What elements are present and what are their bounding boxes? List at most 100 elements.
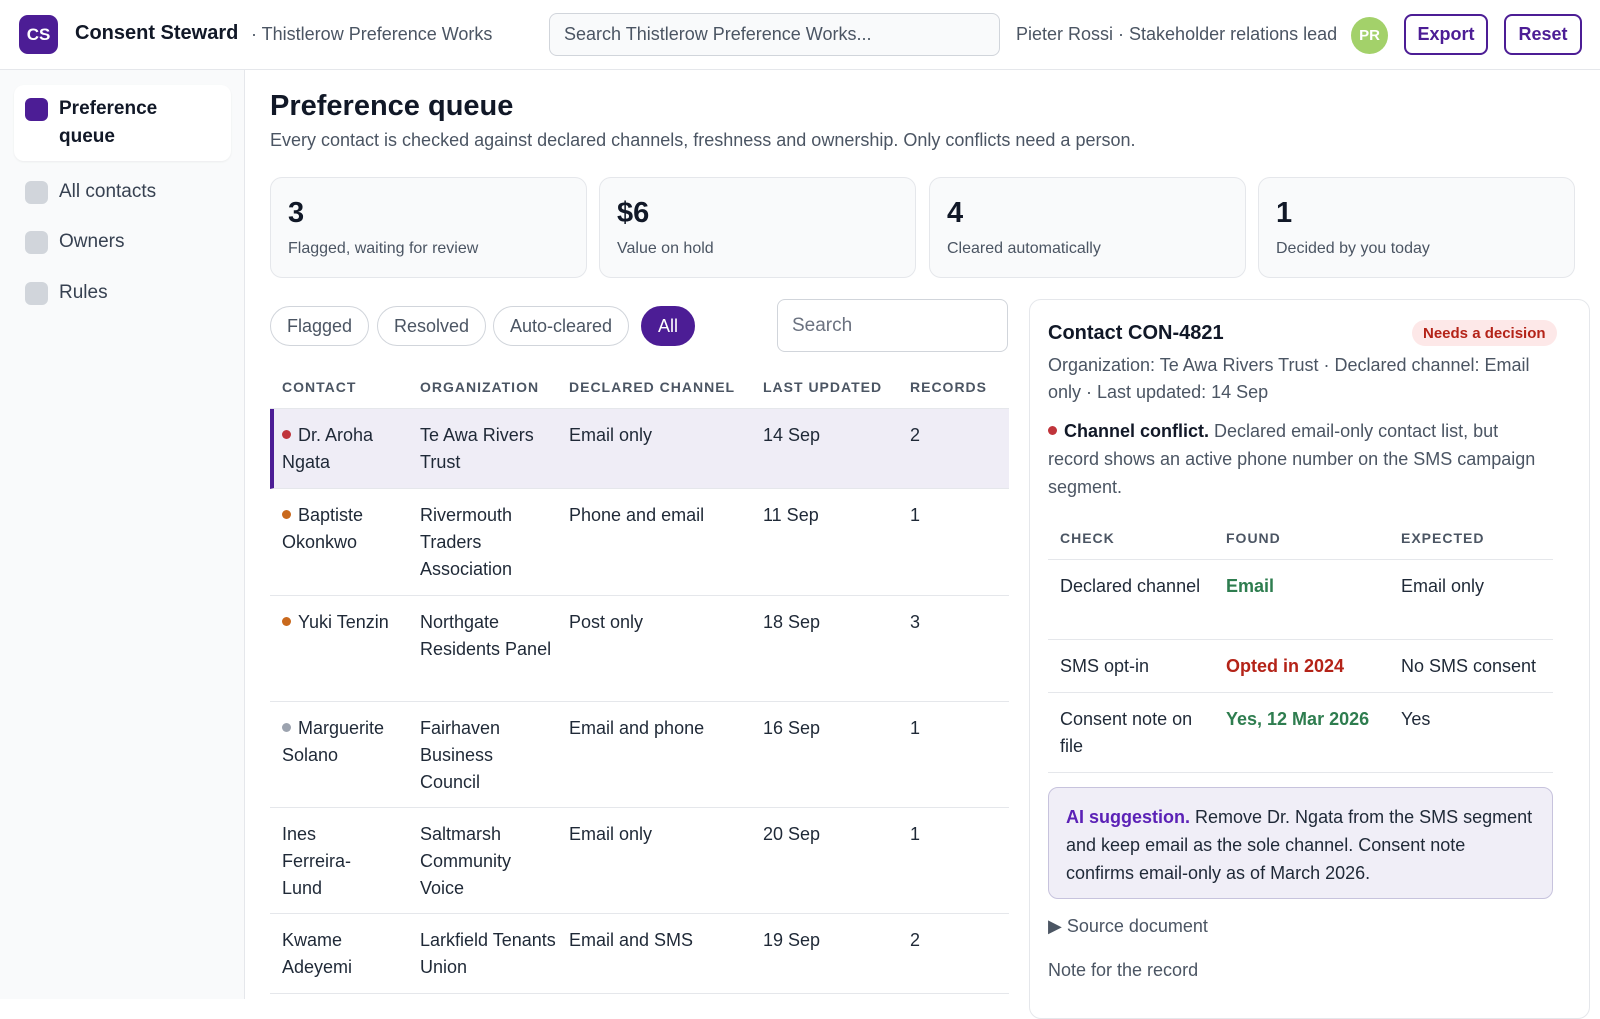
check-expected: Yes [1401,709,1431,729]
filter-chip-flagged[interactable]: Flagged [270,306,370,346]
column-header-last-updated[interactable]: LAST UPDATED [763,379,882,395]
sidebar-item-label: Rules [59,282,108,303]
channel-cell: Email only [569,824,653,844]
contact-name: Baptiste Okonkwo [282,505,364,552]
filter-chip-all[interactable]: All [641,306,696,346]
caret-right-icon: ▶ [1048,916,1067,936]
updated-cell: 18 Sep [763,612,821,632]
source-document-toggle[interactable]: ▶ Source document [1048,916,1208,937]
column-header-check: CHECK [1060,530,1115,546]
status-badge: Needs a decision [1412,320,1557,346]
main-content: Preference queue Every contact is checke… [245,70,1600,1019]
sidebar: Preference queue All contacts Owners Rul… [0,70,245,999]
top-bar: CS Consent Steward · Thistlerow Preferen… [0,0,1600,70]
check-found: Email [1226,576,1275,596]
table-row[interactable]: Kwame Adeyemi Larkfield Tenants Union Em… [270,914,1009,994]
conflict-summary: Channel conflict. Declared email-only co… [1048,417,1553,501]
sidebar-item-all-contacts[interactable]: All contacts [14,168,231,216]
stat-card-decided: 1 Decided by you today [1258,177,1575,278]
stat-label: Decided by you today [1276,240,1430,257]
contact-name: Dr. Aroha Ngata [282,425,374,472]
filter-chip-auto-cleared[interactable]: Auto-cleared [493,306,630,346]
stat-card-cleared: 4 Cleared automatically [929,177,1246,278]
source-document-label: Source document [1066,916,1208,936]
column-header-found: FOUND [1226,530,1281,546]
organization-cell: Rivermouth Traders Association [420,505,513,579]
table-row[interactable]: Marguerite Solano Fairhaven Business Cou… [270,702,1009,808]
channel-cell: Phone and email [569,505,705,525]
nav-square-icon [25,282,48,305]
page-subtitle: Every contact is checked against declare… [270,130,1136,150]
records-cell: 1 [910,505,921,525]
column-header-expected: EXPECTED [1401,530,1485,546]
user-label: Pieter Rossi · Stakeholder relations lea… [1016,24,1338,44]
check-name: Declared channel [1060,576,1201,596]
sidebar-item-label: Preference queue [59,98,158,147]
stat-card-flagged: 3 Flagged, waiting for review [270,177,587,278]
stat-label: Value on hold [617,240,714,257]
checks-table: CHECK FOUND EXPECTED Declared channel Em… [1048,518,1553,773]
app-logo: CS [19,15,58,54]
contact-cell: Yuki Tenzin [282,609,407,636]
updated-cell: 14 Sep [763,425,821,445]
check-expected: No SMS consent [1401,656,1537,676]
conflict-title: Channel conflict. [1064,421,1210,441]
list-search-input[interactable] [777,299,1008,352]
contacts-table: CONTACT ORGANIZATION DECLARED CHANNEL LA… [270,366,1009,994]
sidebar-item-rules[interactable]: Rules [14,269,231,317]
workspace-name: · Thistlerow Preference Works [251,24,493,44]
organization-cell: Fairhaven Business Council [420,718,501,792]
contact-name: Marguerite Solano [282,718,385,765]
contact-cell: Baptiste Okonkwo [282,502,407,556]
export-button[interactable]: Export [1404,14,1488,55]
column-header-declared-channel[interactable]: DECLARED CHANNEL [569,379,735,395]
check-row: Declared channel Email Email only [1048,560,1553,640]
check-found: Opted in 2024 [1226,656,1345,676]
sidebar-item-preference-queue[interactable]: Preference queue [14,85,231,161]
note-label: Note for the record [1048,960,1199,980]
updated-cell: 11 Sep [763,505,819,525]
table-header: CONTACT ORGANIZATION DECLARED CHANNEL LA… [270,366,1009,409]
detail-title: Contact CON-4821 [1048,322,1224,344]
filter-chip-resolved[interactable]: Resolved [377,306,487,346]
records-cell: 1 [910,824,921,844]
status-dot-icon [282,617,291,626]
stat-value: $6 [617,197,650,229]
column-header-organization[interactable]: ORGANIZATION [420,379,539,395]
table-row[interactable]: Baptiste Okonkwo Rivermouth Traders Asso… [270,489,1009,596]
conflict-dot-icon [1048,426,1057,435]
column-header-contact[interactable]: CONTACT [282,379,356,395]
contact-name: Yuki Tenzin [298,612,389,632]
organization-cell: Larkfield Tenants Union [420,930,556,977]
ai-suggestion-title: AI suggestion. [1066,807,1191,827]
avatar[interactable]: PR [1351,17,1388,54]
column-header-records[interactable]: RECORDS [910,379,987,395]
table-row[interactable]: Yuki Tenzin Northgate Residents Panel Po… [270,596,1009,702]
status-dot-icon [282,723,291,732]
detail-meta: Organization: Te Awa Rivers Trust · Decl… [1048,355,1530,402]
check-name: Consent note on file [1060,709,1193,756]
page-title: Preference queue [270,90,514,122]
channel-cell: Email and phone [569,718,705,738]
records-cell: 2 [910,425,921,445]
ai-suggestion: AI suggestion. Remove Dr. Ngata from the… [1048,787,1553,899]
check-row: SMS opt-in Opted in 2024 No SMS consent [1048,640,1553,693]
stat-card-value-on-hold: $6 Value on hold [599,177,916,278]
organization-cell: Te Awa Rivers Trust [420,425,534,472]
table-row[interactable]: Ines Ferreira-Lund Saltmarsh Community V… [270,808,1009,914]
app-name: Consent Steward [75,22,239,44]
contact-cell: Kwame Adeyemi [282,927,392,981]
table-row[interactable]: Dr. Aroha Ngata Te Awa Rivers Trust Emai… [270,409,1009,489]
channel-cell: Email only [569,425,653,445]
contact-cell: Ines Ferreira-Lund [282,821,382,902]
status-dot-icon [282,430,291,439]
channel-cell: Post only [569,612,644,632]
sidebar-item-owners[interactable]: Owners [14,218,231,266]
check-row: Consent note on file Yes, 12 Mar 2026 Ye… [1048,693,1553,773]
sidebar-item-label: Owners [59,231,125,252]
stat-value: 3 [288,197,305,229]
reset-button[interactable]: Reset [1504,14,1582,55]
stat-value: 1 [1276,197,1293,229]
global-search-input[interactable] [549,13,1000,56]
records-cell: 2 [910,930,921,950]
